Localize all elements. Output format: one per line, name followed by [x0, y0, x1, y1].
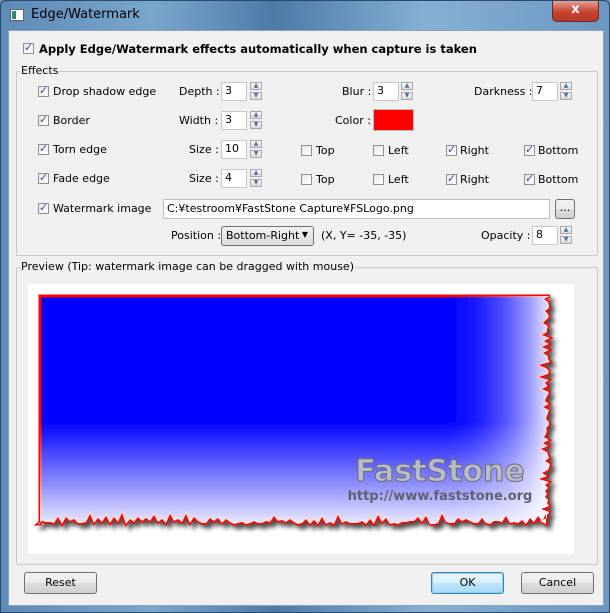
fade-left-checkbox[interactable]: [373, 174, 384, 185]
cancel-button[interactable]: Cancel: [521, 572, 594, 594]
preview-canvas[interactable]: FastStone http://www.faststone.org: [28, 284, 574, 554]
fade-edge-label: Fade edge: [53, 172, 110, 185]
fade-size-label: Size :: [189, 172, 219, 185]
spin-up-icon[interactable]: ▲: [250, 82, 262, 90]
torn-left-checkbox[interactable]: [373, 145, 384, 156]
drop-shadow-checkbox[interactable]: [38, 84, 49, 97]
spin-up-icon[interactable]: ▲: [250, 169, 262, 177]
blur-spinner[interactable]: ▲ ▼: [401, 82, 413, 101]
spin-up-icon[interactable]: ▲: [401, 82, 413, 90]
spin-down-icon[interactable]: ▼: [250, 179, 262, 187]
depth-input[interactable]: 3: [221, 82, 247, 101]
opacity-spinner[interactable]: ▲ ▼: [560, 226, 572, 245]
fade-bottom-checkbox[interactable]: [524, 172, 535, 185]
spin-up-icon[interactable]: ▲: [560, 226, 572, 234]
spin-up-icon[interactable]: ▲: [250, 111, 262, 119]
fade-right-label: Right: [460, 173, 489, 186]
fade-left-label: Left: [388, 173, 409, 186]
window-title: Edge/Watermark: [31, 7, 140, 22]
fade-top-checkbox[interactable]: [301, 174, 312, 185]
spin-up-icon[interactable]: ▲: [560, 82, 572, 90]
browse-button[interactable]: ...: [555, 199, 575, 219]
spin-down-icon[interactable]: ▼: [250, 121, 262, 129]
auto-apply-checkbox[interactable]: [23, 41, 34, 54]
fade-right-checkbox[interactable]: [446, 172, 457, 185]
watermark-label: Watermark image: [53, 202, 152, 215]
torn-edge-checkbox[interactable]: [38, 142, 49, 155]
width-spinner[interactable]: ▲ ▼: [250, 111, 262, 130]
watermark-title[interactable]: FastStone: [355, 454, 525, 490]
watermark-checkbox[interactable]: [38, 201, 49, 214]
width-label: Width :: [179, 114, 219, 127]
watermark-path-input[interactable]: C:¥testroom¥FastStone Capture¥FSLogo.png: [163, 199, 550, 219]
title-bar[interactable]: Edge/Watermark x: [1, 1, 609, 31]
torn-size-spinner[interactable]: ▲ ▼: [250, 140, 262, 159]
depth-spinner[interactable]: ▲ ▼: [250, 82, 262, 101]
dialog-window: Edge/Watermark x Apply Edge/Watermark ef…: [0, 0, 610, 613]
close-button[interactable]: x: [552, 1, 599, 22]
auto-apply-label: Apply Edge/Watermark effects automatical…: [39, 42, 477, 56]
blur-input[interactable]: 3: [373, 82, 399, 101]
preview-group-label: Preview (Tip: watermark image can be dra…: [20, 260, 355, 273]
torn-edge-label: Torn edge: [53, 143, 107, 156]
spin-up-icon[interactable]: ▲: [250, 140, 262, 148]
fade-size-input[interactable]: 4: [221, 169, 247, 188]
torn-right-label: Right: [460, 144, 489, 157]
border-checkbox[interactable]: [38, 113, 49, 126]
color-label: Color :: [335, 114, 371, 127]
torn-bottom-label: Bottom: [538, 144, 579, 157]
fade-size-spinner[interactable]: ▲ ▼: [250, 169, 262, 188]
spin-down-icon[interactable]: ▼: [560, 92, 572, 100]
position-label: Position :: [171, 229, 222, 242]
torn-top-checkbox[interactable]: [301, 145, 312, 156]
border-color-swatch[interactable]: [373, 109, 414, 131]
torn-size-label: Size :: [189, 143, 219, 156]
opacity-input[interactable]: 8: [532, 226, 558, 245]
spin-down-icon[interactable]: ▼: [250, 92, 262, 100]
darkness-spinner[interactable]: ▲ ▼: [560, 82, 572, 101]
torn-left-label: Left: [388, 144, 409, 157]
app-icon: [10, 9, 24, 21]
border-label: Border: [53, 114, 90, 127]
preview-image: FastStone http://www.faststone.org: [33, 294, 554, 528]
ok-button[interactable]: OK: [431, 572, 504, 594]
drop-shadow-label: Drop shadow edge: [53, 85, 157, 98]
dialog-body: Apply Edge/Watermark effects automatical…: [8, 30, 604, 606]
reset-button[interactable]: Reset: [24, 572, 97, 594]
torn-size-input[interactable]: 10: [221, 140, 247, 159]
spin-down-icon[interactable]: ▼: [560, 236, 572, 244]
opacity-label: Opacity :: [481, 229, 531, 242]
fade-edge-checkbox[interactable]: [38, 171, 49, 184]
depth-label: Depth :: [179, 85, 220, 98]
watermark-url[interactable]: http://www.faststone.org: [348, 489, 533, 504]
position-select[interactable]: Bottom-Right ▼: [221, 226, 314, 246]
torn-right-checkbox[interactable]: [446, 143, 457, 156]
darkness-label: Darkness :: [474, 85, 533, 98]
dropdown-arrow-icon: ▼: [301, 230, 308, 239]
darkness-input[interactable]: 7: [532, 82, 558, 101]
fade-bottom-label: Bottom: [538, 173, 579, 186]
watermark-coords: (X, Y= -35, -35): [321, 229, 407, 242]
blur-label: Blur :: [342, 85, 372, 98]
effects-group-label: Effects: [20, 64, 60, 77]
spin-down-icon[interactable]: ▼: [401, 92, 413, 100]
width-input[interactable]: 3: [221, 111, 247, 130]
torn-bottom-checkbox[interactable]: [524, 143, 535, 156]
close-icon: x: [571, 2, 580, 17]
torn-top-label: Top: [316, 144, 335, 157]
spin-down-icon[interactable]: ▼: [250, 150, 262, 158]
position-value: Bottom-Right: [226, 229, 300, 242]
fade-top-label: Top: [316, 173, 335, 186]
